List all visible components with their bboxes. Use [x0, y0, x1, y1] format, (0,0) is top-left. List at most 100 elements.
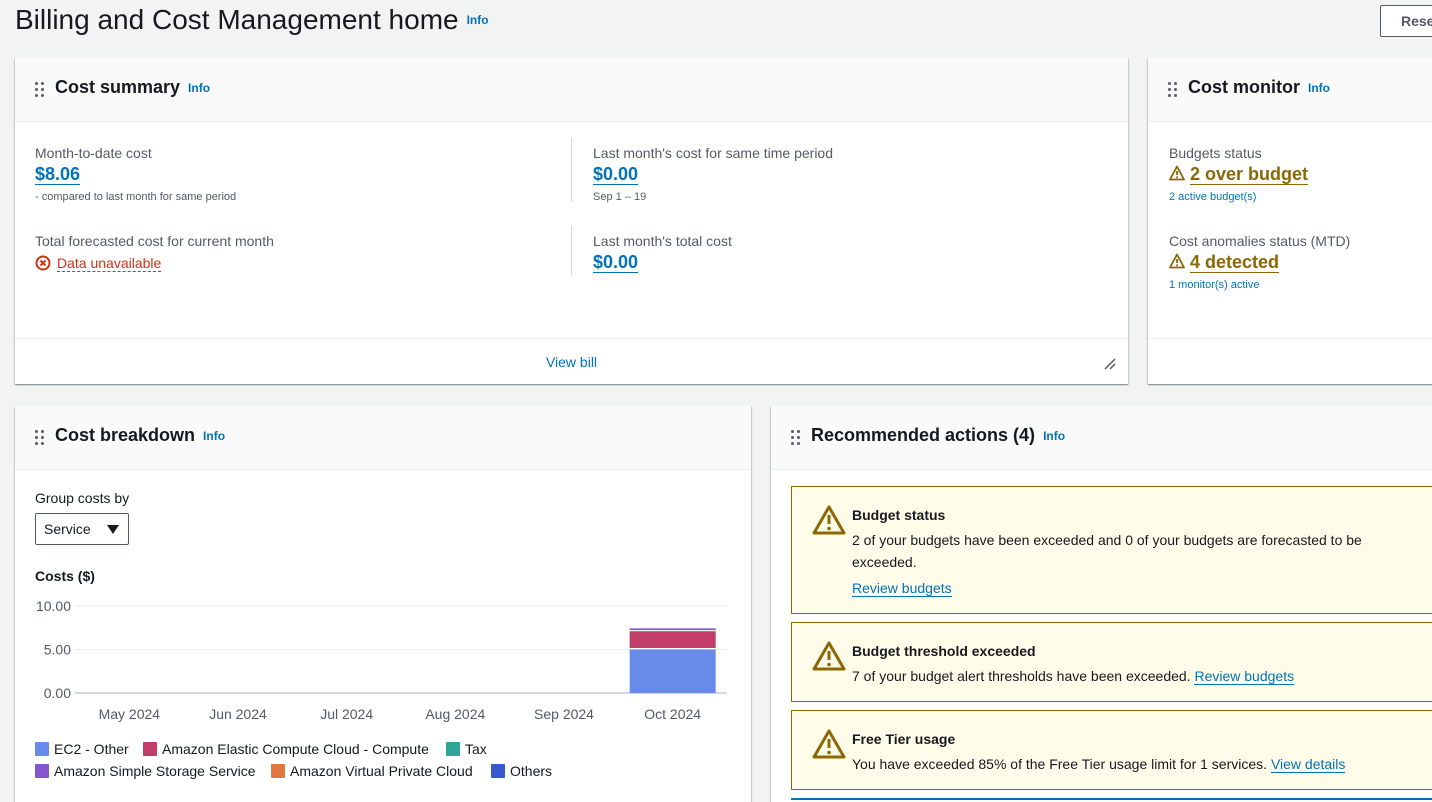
- cost-breakdown-title: Cost breakdown Info: [55, 425, 225, 446]
- mtd-cost-label: Month-to-date cost: [35, 145, 152, 161]
- alert-body: 2 of your budgets have been exceeded and…: [852, 529, 1412, 599]
- view-bill-link[interactable]: View bill: [546, 354, 597, 370]
- legend-item[interactable]: Amazon Elastic Compute Cloud - Compute: [143, 741, 429, 757]
- cost-monitor-header: Cost monitor Info: [1148, 58, 1432, 122]
- cost-monitor-title: Cost monitor Info: [1188, 77, 1330, 98]
- legend-label: Amazon Elastic Compute Cloud - Compute: [162, 741, 429, 757]
- recommended-actions-info-link[interactable]: Info: [1043, 429, 1065, 443]
- chart-bar-segment: [629, 628, 716, 630]
- cost-breakdown-card: Cost breakdown Info Group costs by Servic…: [15, 406, 751, 802]
- drag-handle-icon[interactable]: [35, 82, 45, 98]
- cost-summary-title-text: Cost summary: [55, 77, 181, 97]
- cost-summary-info-link[interactable]: Info: [188, 81, 210, 95]
- active-monitors-link[interactable]: 1 monitor(s) active: [1169, 279, 1259, 291]
- mtd-cost-value[interactable]: $8.06: [35, 164, 81, 185]
- legend-item[interactable]: Amazon Simple Storage Service: [35, 763, 256, 779]
- page-title: Billing and Cost Management home Info: [15, 4, 489, 36]
- cost-monitor-info-link[interactable]: Info: [1308, 81, 1330, 95]
- group-by-value: Service: [44, 521, 91, 537]
- caret-down-icon: [107, 525, 119, 534]
- alert-budget-threshold: Budget threshold exceeded 7 of your budg…: [791, 622, 1432, 702]
- error-icon: [35, 255, 51, 271]
- chart-bar-segment: [629, 649, 716, 693]
- anomalies-status-text: 4 detected: [1190, 252, 1280, 273]
- legend-item[interactable]: Tax: [446, 741, 487, 757]
- recommended-actions-title: Recommended actions (4) Info: [811, 425, 1065, 446]
- alert-title: Free Tier usage: [852, 731, 956, 747]
- legend-swatch: [271, 764, 285, 778]
- chart-y-tick-label: 5.00: [44, 642, 71, 658]
- view-details-link[interactable]: View details: [1270, 756, 1346, 773]
- cost-chart: 0.00 5.00 10.00 May 2024 Jun 2024 Jul 2024 Aug…: [36, 598, 727, 722]
- cost-monitor-footer: [1148, 338, 1432, 384]
- warning-icon: [812, 505, 846, 535]
- drag-handle-icon[interactable]: [791, 430, 801, 446]
- anomalies-status-label: Cost anomalies status (MTD): [1169, 233, 1351, 249]
- alert-title: Budget status: [852, 507, 946, 523]
- cost-monitor-title-text: Cost monitor: [1188, 77, 1300, 97]
- last-total-label: Last month's total cost: [593, 233, 732, 249]
- alert-body-text: 7 of your budget alert thresholds have b…: [852, 668, 1195, 684]
- group-by-select[interactable]: Service: [35, 513, 129, 545]
- legend-swatch: [35, 742, 49, 756]
- resize-handle-icon[interactable]: [1104, 358, 1116, 370]
- legend-label: Amazon Simple Storage Service: [54, 763, 256, 779]
- legend-label: Tax: [465, 741, 487, 757]
- chart-x-tick-label: Jul 2024: [320, 706, 373, 722]
- legend-item[interactable]: EC2 - Other: [35, 741, 129, 757]
- last-same-note: Sep 1 – 19: [593, 191, 647, 203]
- cost-summary-header: Cost summary Info: [15, 58, 1128, 122]
- cost-breakdown-info-link[interactable]: Info: [203, 429, 225, 443]
- forecast-error[interactable]: Data unavailable: [35, 255, 162, 272]
- cost-summary-card: Cost summary Info Month-to-date cost $8.0…: [15, 58, 1128, 384]
- chart-y-tick-label: 0.00: [44, 685, 71, 701]
- chart-x-tick-label: May 2024: [99, 706, 161, 722]
- legend-label: Amazon Virtual Private Cloud: [290, 763, 473, 779]
- chart-y-tick-label: 10.00: [36, 598, 71, 614]
- summary-divider: [571, 138, 572, 202]
- chart-bar-segment: [629, 631, 716, 648]
- alert-body: 7 of your budget alert thresholds have b…: [852, 665, 1432, 687]
- alert-body-text: 2 of your budgets have been exceeded and…: [852, 532, 1362, 570]
- drag-handle-icon[interactable]: [35, 430, 45, 446]
- warning-icon: [1169, 165, 1185, 181]
- page-title-text: Billing and Cost Management home: [15, 4, 459, 35]
- reset-layout-button[interactable]: Rese: [1380, 5, 1432, 37]
- alert-free-tier: Free Tier usage You have exceeded 85% of…: [791, 710, 1432, 790]
- group-costs-label: Group costs by: [35, 490, 130, 506]
- review-budgets-link[interactable]: Review budgets: [852, 580, 952, 597]
- active-budgets-link[interactable]: 2 active budget(s): [1169, 191, 1256, 203]
- legend-item[interactable]: Others: [491, 763, 552, 779]
- warning-icon: [812, 729, 846, 759]
- last-total-value[interactable]: $0.00: [593, 252, 639, 273]
- budgets-status-label: Budgets status: [1169, 145, 1262, 161]
- legend-label: EC2 - Other: [54, 741, 129, 757]
- page-info-link[interactable]: Info: [467, 13, 489, 27]
- drag-handle-icon[interactable]: [1168, 82, 1178, 98]
- chart-x-tick-label: Aug 2024: [425, 706, 485, 722]
- legend-item[interactable]: Amazon Virtual Private Cloud: [271, 763, 473, 779]
- summary-divider-2: [571, 226, 572, 276]
- warning-icon: [812, 641, 846, 671]
- recommended-actions-card: Recommended actions (4) Info Budget statu…: [771, 406, 1432, 802]
- chart-x-tick-label: Oct 2024: [644, 706, 701, 722]
- budgets-status-text: 2 over budget: [1190, 164, 1309, 185]
- last-same-value[interactable]: $0.00: [593, 164, 639, 185]
- chart-x-tick-label: Sep 2024: [534, 706, 594, 722]
- costs-axis-label: Costs ($): [35, 568, 95, 584]
- recommended-actions-title-text: Recommended actions (4): [811, 425, 1036, 445]
- legend-swatch: [35, 764, 49, 778]
- mtd-cost-note: - compared to last month for same period: [35, 191, 237, 203]
- recommended-actions-header: Recommended actions (4) Info: [771, 406, 1432, 470]
- cost-breakdown-title-text: Cost breakdown: [55, 425, 196, 445]
- legend-swatch: [446, 742, 460, 756]
- forecast-label: Total forecasted cost for current month: [35, 233, 274, 249]
- budgets-status-value[interactable]: 2 over budget: [1169, 164, 1309, 185]
- legend-swatch: [143, 742, 157, 756]
- chart-x-tick-label: Jun 2024: [209, 706, 267, 722]
- forecast-error-text: Data unavailable: [57, 255, 162, 272]
- anomalies-status-value[interactable]: 4 detected: [1169, 252, 1280, 273]
- cost-summary-footer: View bill: [15, 338, 1128, 384]
- alert-body-text: You have exceeded 85% of the Free Tier u…: [852, 756, 1271, 772]
- review-budgets-link[interactable]: Review budgets: [1194, 668, 1295, 685]
